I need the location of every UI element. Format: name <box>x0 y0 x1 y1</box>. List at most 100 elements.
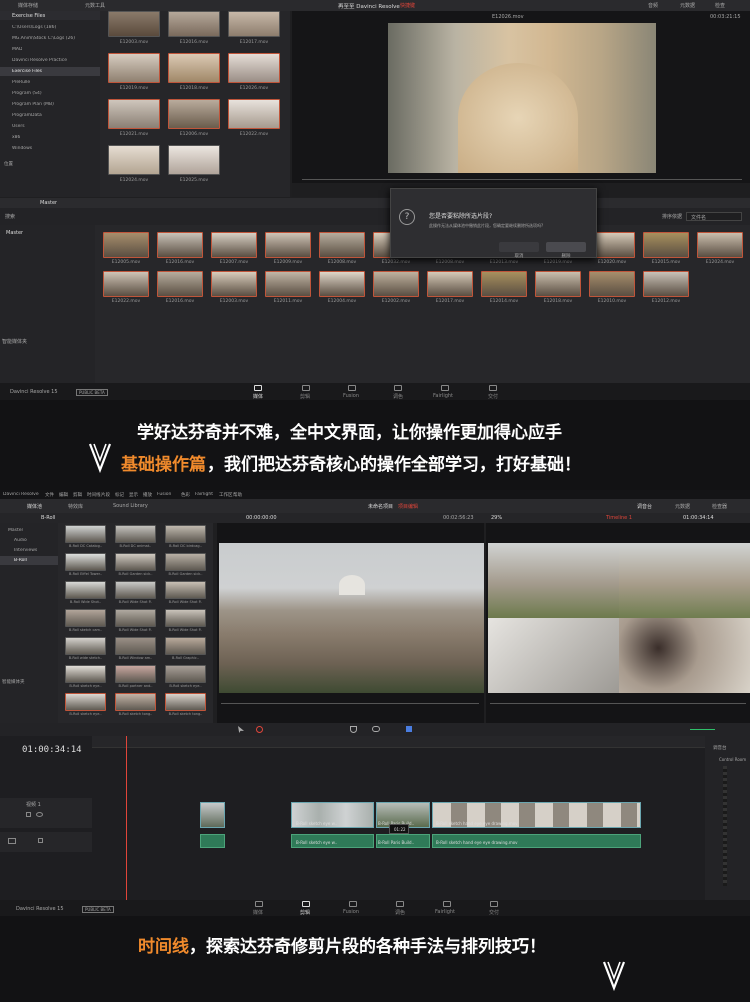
folder-item[interactable]: MAD <box>12 47 22 52</box>
tab-metadata-tools[interactable]: 元数工具 <box>85 2 105 9</box>
media-pool-clip[interactable] <box>265 232 311 258</box>
menu-item[interactable]: 显示 <box>129 492 138 498</box>
folder-item[interactable]: Windows <box>12 146 32 151</box>
media-pool-clip[interactable] <box>211 232 257 258</box>
edit-clip-thumbnail[interactable] <box>115 637 156 655</box>
bin-audio[interactable]: Audio <box>14 538 27 543</box>
tab-media-pool[interactable]: 媒体池 <box>27 503 42 510</box>
master-bin[interactable]: Master <box>6 230 23 236</box>
selection-tool-icon[interactable] <box>238 726 244 733</box>
nav-fairlight[interactable]: Fairlight <box>433 393 453 399</box>
edit-clip-thumbnail[interactable] <box>165 637 206 655</box>
timeline-scrubber[interactable] <box>490 703 746 704</box>
media-page-icon[interactable] <box>254 385 262 391</box>
snap-icon[interactable] <box>350 726 357 733</box>
media-pool-clip[interactable] <box>697 232 743 258</box>
clip-thumbnail[interactable] <box>108 11 160 37</box>
edit-page-icon[interactable] <box>302 385 310 391</box>
eye-icon[interactable] <box>36 812 43 817</box>
edit-clip-thumbnail[interactable] <box>65 693 106 711</box>
bin-interviews[interactable]: Interviews <box>14 548 37 553</box>
folder-item-selected[interactable]: Exercise Files <box>12 69 42 74</box>
deliver-page-icon[interactable] <box>490 901 498 907</box>
menu-item[interactable]: 时间线 <box>87 492 101 498</box>
edit-clip-thumbnail[interactable] <box>165 553 206 571</box>
blade-tool-icon[interactable] <box>256 726 263 733</box>
edit-clip-thumbnail[interactable] <box>65 637 106 655</box>
media-pool-clip[interactable] <box>373 271 419 297</box>
menu-item[interactable]: Fairlight <box>195 492 213 497</box>
menu-item[interactable]: 剪辑 <box>73 492 82 498</box>
confirm-delete-button[interactable]: 删除 <box>546 242 586 259</box>
media-pool-clip[interactable] <box>103 271 149 297</box>
sort-dropdown[interactable]: 文件名 <box>686 212 742 221</box>
zoom-level[interactable]: 29% <box>491 515 502 521</box>
right-tab-audio[interactable]: 音频 <box>648 2 658 9</box>
media-pool-clip[interactable] <box>427 271 473 297</box>
media-pool-clip[interactable] <box>643 232 689 258</box>
clip-thumbnail[interactable] <box>168 99 220 129</box>
media-pool-clip[interactable] <box>211 271 257 297</box>
folder-item[interactable]: x86 <box>12 135 20 140</box>
nav-fairlight[interactable]: Fairlight <box>435 909 455 915</box>
edit-clip-thumbnail[interactable] <box>65 581 106 599</box>
metadata-button[interactable]: 元数据 <box>675 503 690 510</box>
folder-item[interactable]: Davinci Resolve Practice <box>12 58 67 63</box>
deliver-page-icon[interactable] <box>489 385 497 391</box>
media-pool-clip[interactable] <box>589 271 635 297</box>
fairlight-page-icon[interactable] <box>443 901 451 907</box>
edit-clip-thumbnail[interactable] <box>165 609 206 627</box>
inspector-button[interactable]: 检查器 <box>712 503 727 510</box>
folder-item[interactable]: PreRulle <box>12 80 30 85</box>
right-tab-metadata[interactable]: 元数据 <box>680 2 695 9</box>
clip-thumbnail[interactable] <box>108 53 160 83</box>
menu-item[interactable]: 编辑 <box>59 492 68 498</box>
nav-color[interactable]: 调色 <box>393 393 403 400</box>
link-icon[interactable] <box>372 726 380 732</box>
edit-clip-thumbnail[interactable] <box>65 525 106 543</box>
media-pool-clip[interactable] <box>319 271 365 297</box>
edit-clip-thumbnail[interactable] <box>115 665 156 683</box>
edit-clip-thumbnail[interactable] <box>65 609 106 627</box>
media-pool-clip[interactable] <box>481 271 527 297</box>
menu-item[interactable]: 工作区 <box>219 492 233 498</box>
master-tab[interactable]: Master <box>40 200 57 206</box>
bin-tab-broll[interactable]: B-Roll <box>41 515 55 521</box>
right-tab-inspect[interactable]: 检查 <box>715 2 725 9</box>
cancel-button[interactable]: 取消 <box>499 242 539 259</box>
clip-thumbnail[interactable] <box>228 11 280 37</box>
nav-media[interactable]: 媒体 <box>253 909 263 916</box>
time-ruler[interactable] <box>92 736 705 748</box>
playhead[interactable] <box>126 736 127 900</box>
nav-fusion[interactable]: Fusion <box>343 909 359 915</box>
nav-media[interactable]: 媒体 <box>253 393 263 400</box>
media-pool-clip[interactable] <box>103 232 149 258</box>
menu-item[interactable]: Fusion <box>157 492 171 497</box>
media-pool-clip[interactable] <box>157 271 203 297</box>
nav-color[interactable]: 调色 <box>395 909 405 916</box>
bin-master[interactable]: Master <box>8 528 23 533</box>
video-clip[interactable] <box>200 802 225 828</box>
folder-item[interactable]: ProgramData <box>12 113 42 118</box>
edit-clip-thumbnail[interactable] <box>165 581 206 599</box>
menu-item[interactable]: 色彩 <box>181 492 190 498</box>
volume-slider[interactable] <box>690 729 715 730</box>
clip-thumbnail[interactable] <box>108 99 160 129</box>
fusion-page-icon[interactable] <box>349 901 357 907</box>
folder-item[interactable]: C:\Users\Logs (186) <box>12 25 56 30</box>
edit-clip-thumbnail[interactable] <box>115 525 156 543</box>
nav-deliver[interactable]: 交付 <box>489 909 499 916</box>
solo-icon[interactable] <box>38 838 43 843</box>
media-page-icon[interactable] <box>255 901 263 907</box>
folder-item[interactable]: Program (S4) <box>12 91 42 96</box>
search-label[interactable]: 搜索 <box>5 213 15 220</box>
fairlight-page-icon[interactable] <box>441 385 449 391</box>
edit-clip-thumbnail[interactable] <box>115 581 156 599</box>
folder-item[interactable]: Program Plan (MB) <box>12 102 54 107</box>
folder-item[interactable]: Users <box>12 124 25 129</box>
clip-thumbnail[interactable] <box>168 145 220 175</box>
flag-icon[interactable] <box>406 726 412 732</box>
edit-clip-thumbnail[interactable] <box>65 553 106 571</box>
timeline-name[interactable]: Timeline 1 <box>606 515 632 521</box>
menu-item[interactable]: 帮助 <box>233 492 242 498</box>
